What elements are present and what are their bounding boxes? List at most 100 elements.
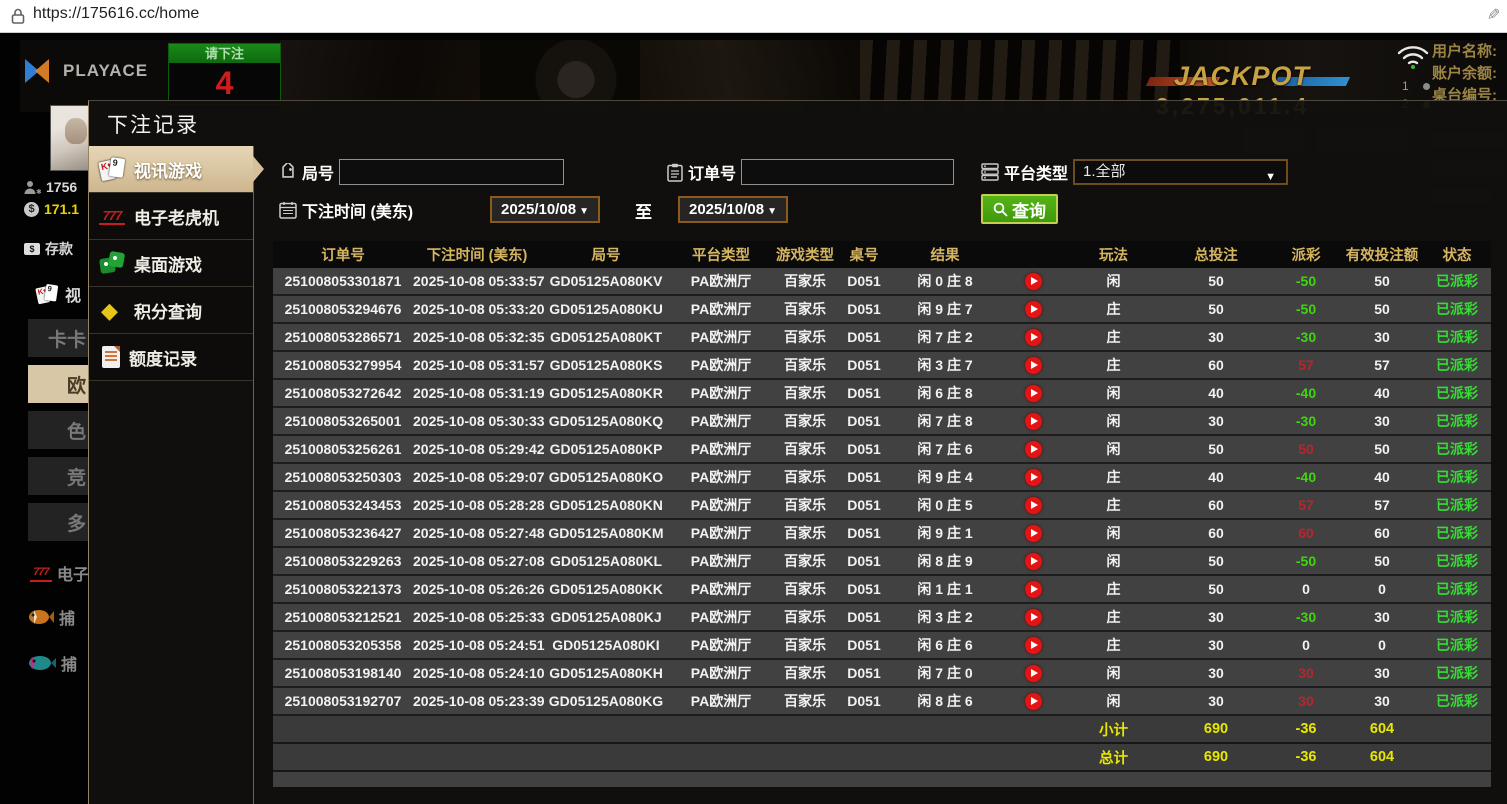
slots-row[interactable]: 777 电子 [30, 561, 88, 585]
cell-payout: -30 [1295, 413, 1317, 429]
menu-item-frag[interactable]: 色 [28, 411, 88, 449]
cell-table-number: D051 [847, 497, 881, 513]
play-replay-icon[interactable] [1025, 636, 1042, 654]
play-replay-icon[interactable] [1025, 664, 1042, 682]
avatar[interactable] [50, 105, 88, 171]
cell-total-bet: 30 [1208, 413, 1224, 429]
cell-status: 已派彩 [1436, 609, 1478, 625]
edit-icon[interactable]: ✎ [1482, 7, 1502, 20]
platform-select[interactable]: 1.全部 ▼ [1073, 159, 1289, 185]
clipboard-icon [667, 163, 683, 182]
play-replay-icon[interactable] [1025, 328, 1042, 346]
round-filter: 局号 [279, 159, 565, 185]
cell-game-type: 百家乐 [784, 441, 826, 457]
cell-bet-time: 2025-10-08 05:27:08 [413, 553, 545, 569]
url-text[interactable]: https://175616.cc/home [33, 5, 199, 23]
cell-order-number: 251008053192707 [284, 693, 402, 709]
clownfish-icon [29, 610, 54, 624]
video-games-row[interactable]: K♥ 9 视 [34, 281, 81, 307]
column-header: 下注时间 (美东) [426, 248, 528, 264]
chevron-down-icon: ▼ [1265, 171, 1277, 183]
cell-payout: -30 [1295, 329, 1317, 345]
bet-time-filter: 下注时间 (美东) [279, 198, 413, 222]
deposit-text: 存款 [45, 241, 73, 257]
table-row: 251008053294676 2025-10-08 05:33:20 GD0512… [273, 296, 1491, 324]
cell-table-number: D051 [847, 637, 881, 653]
cell-table-number: D051 [847, 609, 881, 625]
play-replay-icon[interactable] [1025, 412, 1042, 430]
cell-status: 已派彩 [1436, 441, 1478, 457]
cell-table-number: D051 [847, 441, 881, 457]
menu-item-frag[interactable]: 多 [28, 503, 88, 541]
bet-records-table: 订单号 下注时间 (美东) 局号 平台类型 游戏类型 桌号 结果 玩法 总投注 派彩 有效投注额 状态… [273, 241, 1491, 787]
play-replay-icon[interactable] [1025, 272, 1042, 290]
column-header: 有效投注额 [1345, 248, 1419, 264]
cell-play-method: 闲 [1106, 525, 1121, 541]
date-to-button[interactable]: 2025/10/08 ▼ [678, 196, 788, 223]
cell-bet-time: 2025-10-08 05:23:39 [413, 693, 545, 709]
play-replay-icon[interactable] [1025, 552, 1042, 570]
user-id-row: ✱ 1756 [24, 179, 77, 195]
tab-slots[interactable]: 777 电子老虎机 [89, 193, 253, 240]
search-button[interactable]: 查询 [981, 194, 1058, 224]
date-from-button[interactable]: 2025/10/08 ▼ [490, 196, 600, 223]
cell-valid-bet: 50 [1374, 441, 1390, 457]
connection-row-1[interactable]: 1 [1402, 79, 1430, 93]
cell-bet-time: 2025-10-08 05:31:57 [413, 357, 545, 373]
cell-table-number: D051 [847, 301, 881, 317]
play-triangle [1031, 333, 1038, 341]
play-replay-icon[interactable] [1025, 580, 1042, 598]
play-replay-icon[interactable] [1025, 300, 1042, 318]
cell-result: 闲 7 庄 0 [917, 665, 973, 681]
play-replay-icon[interactable] [1025, 524, 1042, 542]
cell-status: 已派彩 [1436, 413, 1478, 429]
play-triangle [1031, 473, 1038, 481]
cell-platform-type: PA欧洲厅 [690, 301, 752, 317]
play-replay-icon[interactable] [1025, 468, 1042, 486]
cell-platform-type: PA欧洲厅 [690, 553, 752, 569]
play-replay-icon[interactable] [1025, 496, 1042, 514]
deposit-row[interactable]: $ 存款 [24, 239, 73, 259]
play-triangle [1031, 305, 1038, 313]
cell-table-number: D051 [847, 413, 881, 429]
play-triangle [1031, 389, 1038, 397]
play-replay-icon[interactable] [1025, 692, 1042, 710]
tab-table-games[interactable]: 桌面游戏 [89, 240, 253, 287]
tab-video-games[interactable]: K♥ 9 视讯游戏 [89, 146, 253, 193]
bet-time-label: 下注时间 (美东) [302, 204, 414, 221]
order-input[interactable] [741, 159, 955, 185]
fishing-row-1[interactable]: 捕 [28, 605, 75, 629]
table-row: 251008053205358 2025-10-08 05:24:51 GD0512… [273, 632, 1491, 660]
fishing-row-2[interactable]: 捕 [28, 651, 77, 675]
table-row: 251008053286571 2025-10-08 05:32:35 GD0512… [273, 324, 1491, 352]
to-wrap: 至 [635, 198, 652, 223]
tab-quota-records[interactable]: 额度记录 [89, 334, 253, 381]
play-replay-icon[interactable] [1025, 356, 1042, 374]
cell-order-number: 251008053229263 [284, 553, 402, 569]
tab-points-query[interactable]: 积分查询 [89, 287, 253, 334]
platform-label: 平台类型 [1004, 166, 1069, 183]
search-wrap: 查询 [981, 194, 1058, 224]
search-icon [993, 202, 1008, 217]
menu-item-frag[interactable]: 竞 [28, 457, 88, 495]
menu-item-frag[interactable]: 卡卡 [28, 319, 88, 357]
cell-game-type: 百家乐 [784, 273, 826, 289]
cell-round-number: GD05125A080KU [549, 301, 663, 317]
footer-valid-bet: 604 [1369, 721, 1395, 737]
cell-valid-bet: 30 [1374, 665, 1390, 681]
cell-play-method: 庄 [1106, 469, 1121, 485]
cell-order-number: 251008053265001 [284, 413, 402, 429]
play-replay-icon[interactable] [1025, 440, 1042, 458]
play-replay-icon[interactable] [1025, 608, 1042, 626]
round-input[interactable] [339, 159, 565, 185]
cell-valid-bet: 0 [1378, 581, 1386, 597]
table-row: 251008053279954 2025-10-08 05:31:57 GD0512… [273, 352, 1491, 380]
cell-bet-time: 2025-10-08 05:30:33 [413, 413, 545, 429]
cell-replay [1001, 524, 1066, 542]
cell-total-bet: 40 [1208, 469, 1224, 485]
cell-round-number: GD05125A080KR [549, 385, 663, 401]
menu-item-frag-selected[interactable]: 欧 [28, 365, 88, 403]
play-replay-icon[interactable] [1025, 384, 1042, 402]
browser-address-bar[interactable]: https://175616.cc/home ✎ [0, 0, 1507, 33]
cell-result: 闲 3 庄 2 [917, 609, 973, 625]
